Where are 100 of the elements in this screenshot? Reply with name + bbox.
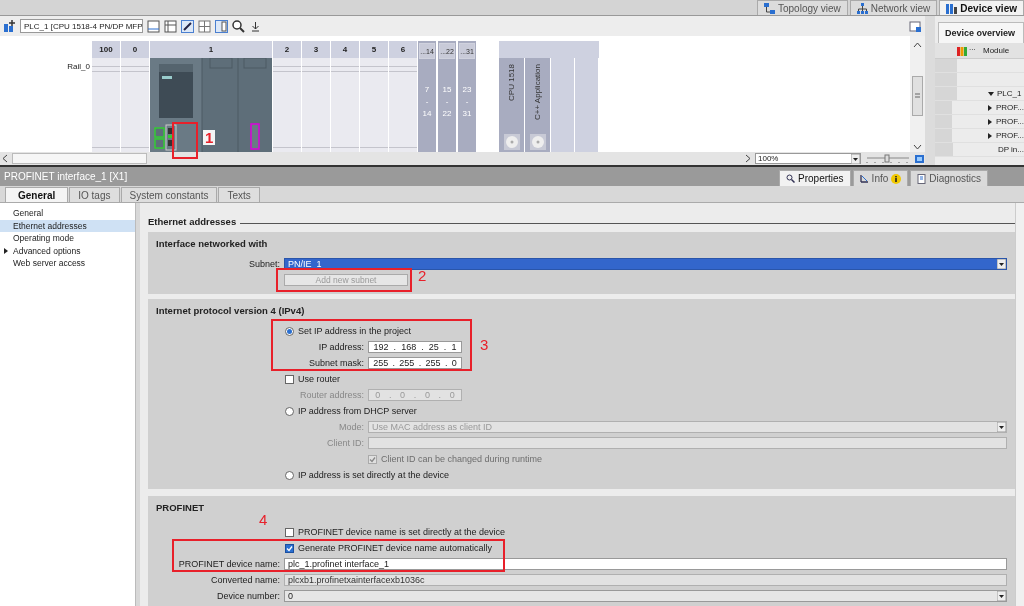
download-icon[interactable] — [249, 19, 262, 33]
view-tab[interactable]: Topology view — [757, 0, 848, 15]
field-label: Subnet mask: — [307, 358, 364, 368]
radio-button[interactable] — [285, 326, 294, 336]
property-tab[interactable]: Texts — [218, 187, 260, 202]
slot-number: 4 — [331, 41, 359, 58]
slot-range: 31 — [462, 109, 472, 118]
grid-icon[interactable] — [198, 19, 211, 33]
panel-tab[interactable]: Device overview — [938, 22, 1024, 43]
caret-icon — [997, 259, 1006, 269]
radio-label: IP address from DHCP server — [298, 406, 417, 416]
navigator-icon[interactable] — [915, 153, 925, 164]
slot-range: 7 — [424, 85, 430, 94]
field-label: Subnet: — [247, 259, 280, 269]
zoom-icon[interactable] — [232, 19, 245, 33]
zoom-dropdown[interactable]: 100% — [755, 153, 861, 164]
radio-label: IP address is set directly at the device — [298, 470, 449, 480]
tree-item[interactable]: PROF... — [996, 131, 1024, 140]
expand-arrow-icon[interactable] — [987, 104, 993, 111]
scroll-left-icon[interactable] — [2, 154, 8, 163]
module-card[interactable]: C++ Application — [525, 58, 551, 152]
nav-item[interactable]: Advanced options — [0, 244, 135, 257]
nav-item[interactable]: Web server access — [0, 257, 135, 270]
view-tab[interactable]: Network view — [849, 0, 938, 15]
slot-number: 0 — [121, 41, 149, 58]
callout-number: 1 — [203, 130, 216, 145]
field-label: Converted name: — [209, 575, 280, 585]
checkbox-label: Generate PROFINET device name automatically — [298, 543, 492, 553]
expand-arrow-icon[interactable] — [987, 132, 993, 139]
module-icon[interactable] — [147, 19, 160, 33]
collapse-arrow-icon[interactable] — [988, 90, 994, 97]
property-tab[interactable]: System constants — [120, 187, 218, 202]
callout-number: 2 — [418, 268, 427, 283]
add-device-icon[interactable] — [3, 19, 16, 33]
view-settings-icon[interactable] — [909, 19, 922, 33]
module-card[interactable]: CPU 1518 — [499, 58, 525, 152]
tree-item[interactable]: DP in... — [997, 145, 1024, 154]
tree-item[interactable]: PROF... — [996, 103, 1024, 112]
scroll-thumb[interactable] — [12, 153, 147, 164]
radio-button[interactable] — [285, 406, 294, 416]
device-dropdown[interactable]: PLC_1 [CPU 1518-4 PN/DP MFP — [20, 19, 143, 33]
device-name-field[interactable]: plc_1.profinet interface_1 — [284, 558, 1007, 570]
table-icon[interactable] — [164, 19, 177, 33]
expand-arrow-icon[interactable] — [987, 118, 993, 125]
highlight-frame — [172, 122, 198, 159]
slot-number: 3 — [302, 41, 330, 58]
disc-icon — [529, 134, 546, 150]
tree-item[interactable]: PLC_1 — [997, 89, 1022, 98]
panel-icon[interactable] — [215, 19, 228, 33]
column-header[interactable]: ... — [969, 43, 983, 58]
checkbox-label: PROFINET device name is set directly at the device — [298, 527, 505, 537]
section-title: Interface networked with — [156, 238, 269, 251]
subnet-mask-field[interactable]: 255 . 255 . 255 . 0 — [368, 357, 462, 369]
inspector-title: PROFINET interface_1 [X1] — [3, 171, 128, 182]
tree-item[interactable]: PROF... — [996, 117, 1024, 126]
disc-icon — [503, 134, 520, 150]
inspector-tab[interactable]: Diagnostics — [910, 170, 988, 186]
slot-range: 14 — [422, 109, 432, 118]
checkbox[interactable] — [285, 374, 294, 384]
slot-range: - — [445, 97, 449, 106]
checkbox[interactable] — [285, 543, 294, 553]
caret-icon — [997, 591, 1006, 601]
slot-number: 1 — [150, 41, 272, 58]
property-tab[interactable]: IO tags — [69, 187, 120, 202]
diagnostics-icon — [917, 173, 927, 184]
field-label: Router address: — [298, 390, 364, 400]
scroll-up-icon[interactable] — [913, 42, 922, 48]
pen-icon[interactable] — [181, 19, 194, 33]
field-label: PROFINET device name: — [177, 559, 280, 569]
rail-label: Rail_0 — [67, 62, 90, 71]
field-label: Device number: — [215, 591, 280, 601]
scroll-down-icon[interactable] — [913, 144, 922, 150]
inspector-tab[interactable]: Properties — [779, 170, 851, 186]
scroll-right-icon[interactable] — [745, 154, 751, 163]
property-tab[interactable]: General — [5, 187, 69, 202]
nav-item[interactable]: General — [0, 207, 135, 220]
expand-arrow-icon[interactable] — [4, 247, 9, 254]
radio-button[interactable] — [285, 470, 294, 480]
nav-item[interactable]: Ethernet addresses — [0, 219, 135, 232]
checkbox-label: Use router — [298, 374, 341, 384]
section-title: PROFINET — [156, 502, 206, 515]
caret-icon — [997, 422, 1006, 432]
zoom-slider[interactable] — [865, 153, 911, 164]
callout-number: 4 — [259, 512, 268, 527]
column-header[interactable]: Module — [983, 46, 1010, 55]
checkbox[interactable] — [285, 527, 294, 537]
magnifier-icon — [786, 174, 796, 183]
scroll-thumb[interactable] — [912, 76, 923, 116]
nav-item[interactable]: Operating mode — [0, 232, 135, 245]
slot-number: 100 — [92, 41, 120, 58]
scrollbar[interactable] — [1015, 203, 1024, 606]
slot-number: 6 — [389, 41, 417, 58]
device-number-dropdown[interactable]: 0 — [284, 590, 1007, 602]
slot-range: - — [465, 97, 469, 106]
ip-address-field[interactable]: 192 . 168 . 25 . 1 — [368, 341, 462, 353]
network-nodes-icon — [764, 2, 775, 14]
inspector-tab[interactable]: Info — [852, 170, 909, 186]
info-badge-icon — [891, 173, 902, 184]
field-label: Client ID: — [326, 438, 364, 448]
view-tab[interactable]: Device view — [939, 0, 1024, 15]
